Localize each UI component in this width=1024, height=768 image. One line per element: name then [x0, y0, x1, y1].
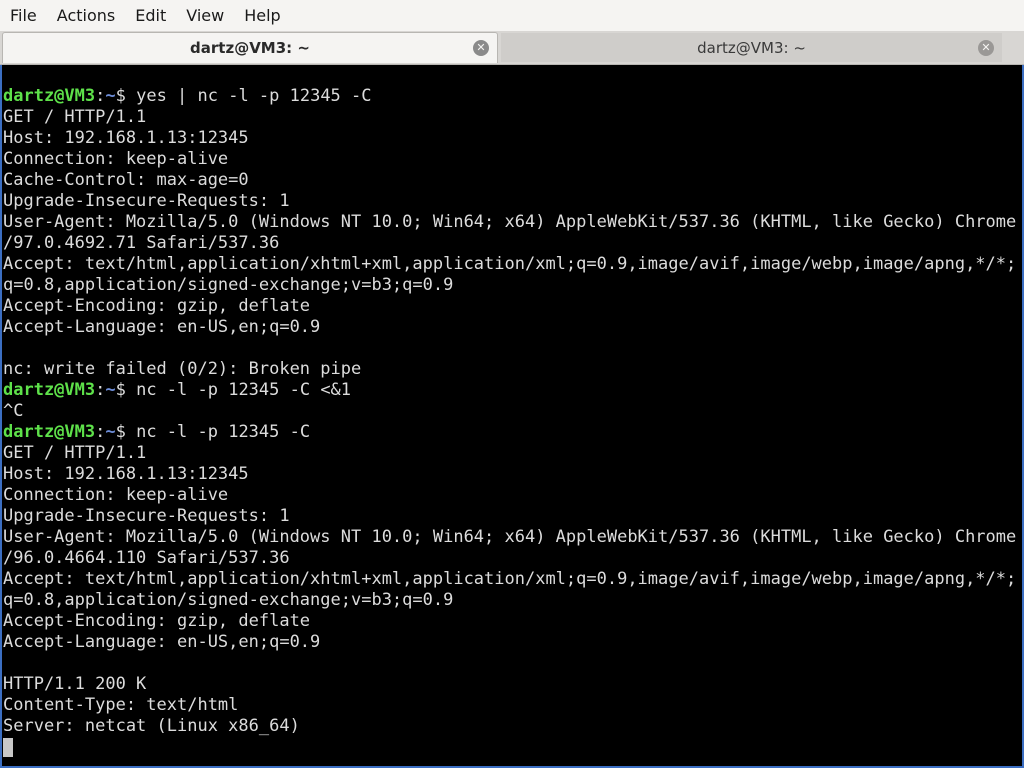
menu-view[interactable]: View	[176, 0, 234, 31]
output-line: User-Agent: Mozilla/5.0 (Windows NT 10.0…	[3, 527, 1017, 547]
output-line: HTTP/1.1 200 K	[3, 674, 147, 694]
tab-terminal-1[interactable]: dartz@VM3: ~ ✕	[2, 32, 498, 63]
menu-edit[interactable]: Edit	[125, 0, 176, 31]
command-text: $ nc -l -p 12345 -C	[115, 422, 311, 442]
prompt-colon: :	[95, 422, 106, 442]
prompt-path: ~	[105, 422, 116, 442]
prompt-colon: :	[95, 380, 106, 400]
prompt-line: dartz@VM3:~$ yes | nc -l -p 12345 -C	[3, 86, 1021, 107]
command-text: $ nc -l -p 12345 -C <&1	[115, 380, 352, 400]
output-line: Upgrade-Insecure-Requests: 1	[3, 191, 290, 211]
output-line: Accept-Encoding: gzip, deflate	[3, 296, 311, 316]
output-line: Connection: keep-alive	[3, 149, 229, 169]
output-line: User-Agent: Mozilla/5.0 (Windows NT 10.0…	[3, 212, 1017, 232]
output-line: Accept: text/html,application/xhtml+xml,…	[3, 569, 1017, 589]
output-line: Server: netcat (Linux x86_64)	[3, 716, 300, 736]
prompt-path: ~	[105, 86, 116, 106]
terminal-view[interactable]: dartz@VM3:~$ yes | nc -l -p 12345 -C GET …	[0, 65, 1024, 768]
prompt-user: dartz@VM3	[3, 422, 96, 442]
output-line: Host: 192.168.1.13:12345	[3, 464, 249, 484]
output-line: Accept: text/html,application/xhtml+xml,…	[3, 254, 1017, 274]
cursor-line	[3, 737, 1021, 758]
output-line: Content-Type: text/html	[3, 695, 239, 715]
output-line: Accept-Language: en-US,en;q=0.9	[3, 317, 321, 337]
output-line: q=0.8,application/signed-exchange;v=b3;q…	[3, 275, 454, 295]
menu-bar: File Actions Edit View Help	[0, 0, 1024, 31]
output-line: Upgrade-Insecure-Requests: 1	[3, 506, 290, 526]
output-line: /96.0.4664.110 Safari/537.36	[3, 548, 290, 568]
prompt-colon: :	[95, 86, 106, 106]
output-line: nc: write failed (0/2): Broken pipe	[3, 359, 362, 379]
output-line: Cache-Control: max-age=0	[3, 170, 249, 190]
close-icon[interactable]: ✕	[978, 39, 994, 56]
menu-help[interactable]: Help	[234, 0, 290, 31]
tab-bar: dartz@VM3: ~ ✕ dartz@VM3: ~ ✕	[0, 31, 1024, 65]
output-line: /97.0.4692.71 Safari/537.36	[3, 233, 280, 253]
prompt-path: ~	[105, 380, 116, 400]
terminal-output: dartz@VM3:~$ yes | nc -l -p 12345 -C GET …	[3, 86, 1021, 758]
output-line: GET / HTTP/1.1	[3, 443, 147, 463]
text-cursor	[3, 738, 13, 757]
tab-label: dartz@VM3: ~	[190, 39, 310, 57]
prompt-line: dartz@VM3:~$ nc -l -p 12345 -C	[3, 422, 1021, 443]
menu-file[interactable]: File	[0, 0, 47, 31]
output-line: Connection: keep-alive	[3, 485, 229, 505]
tab-label: dartz@VM3: ~	[697, 38, 806, 57]
prompt-user: dartz@VM3	[3, 380, 96, 400]
output-line: q=0.8,application/signed-exchange;v=b3;q…	[3, 590, 454, 610]
prompt-user: dartz@VM3	[3, 86, 96, 106]
menu-actions[interactable]: Actions	[47, 0, 125, 31]
output-line: Accept-Encoding: gzip, deflate	[3, 611, 311, 631]
output-line: GET / HTTP/1.1	[3, 107, 147, 127]
tab-terminal-2[interactable]: dartz@VM3: ~ ✕	[501, 33, 1002, 62]
output-line: Accept-Language: en-US,en;q=0.9	[3, 632, 321, 652]
command-text: $ yes | nc -l -p 12345 -C	[115, 86, 372, 106]
prompt-line: dartz@VM3:~$ nc -l -p 12345 -C <&1	[3, 380, 1021, 401]
close-icon[interactable]: ✕	[473, 40, 489, 56]
output-line: Host: 192.168.1.13:12345	[3, 128, 249, 148]
output-line: ^C	[3, 401, 24, 421]
